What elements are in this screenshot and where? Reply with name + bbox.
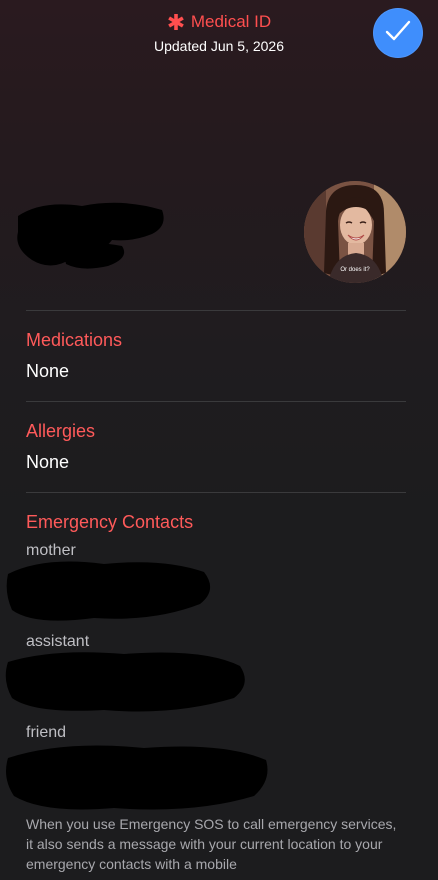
- medications-label: Medications: [26, 330, 123, 350]
- medications-value: None: [26, 361, 70, 381]
- divider: [26, 401, 406, 402]
- allergies-label: Allergies: [26, 421, 96, 441]
- done-button[interactable]: [373, 8, 423, 58]
- contact-redaction: [4, 740, 270, 819]
- page-title: Medical ID: [190, 12, 272, 31]
- avatar-caption: Or does it?: [340, 267, 370, 273]
- emergency-contacts-label: Emergency Contacts: [26, 512, 194, 532]
- emergency-sos-info: When you use Emergency SOS to call emerg…: [26, 816, 397, 872]
- allergies-value: None: [26, 452, 70, 472]
- divider: [26, 492, 406, 493]
- name-redaction: [12, 196, 172, 276]
- contact-redaction: [4, 556, 218, 631]
- divider: [26, 310, 406, 311]
- medical-asterisk-icon: [167, 13, 185, 31]
- updated-date: Updated Jun 5, 2026: [154, 38, 284, 54]
- contact-redaction: [4, 648, 250, 721]
- avatar[interactable]: Or does it?: [304, 181, 406, 283]
- checkmark-icon: [385, 20, 411, 47]
